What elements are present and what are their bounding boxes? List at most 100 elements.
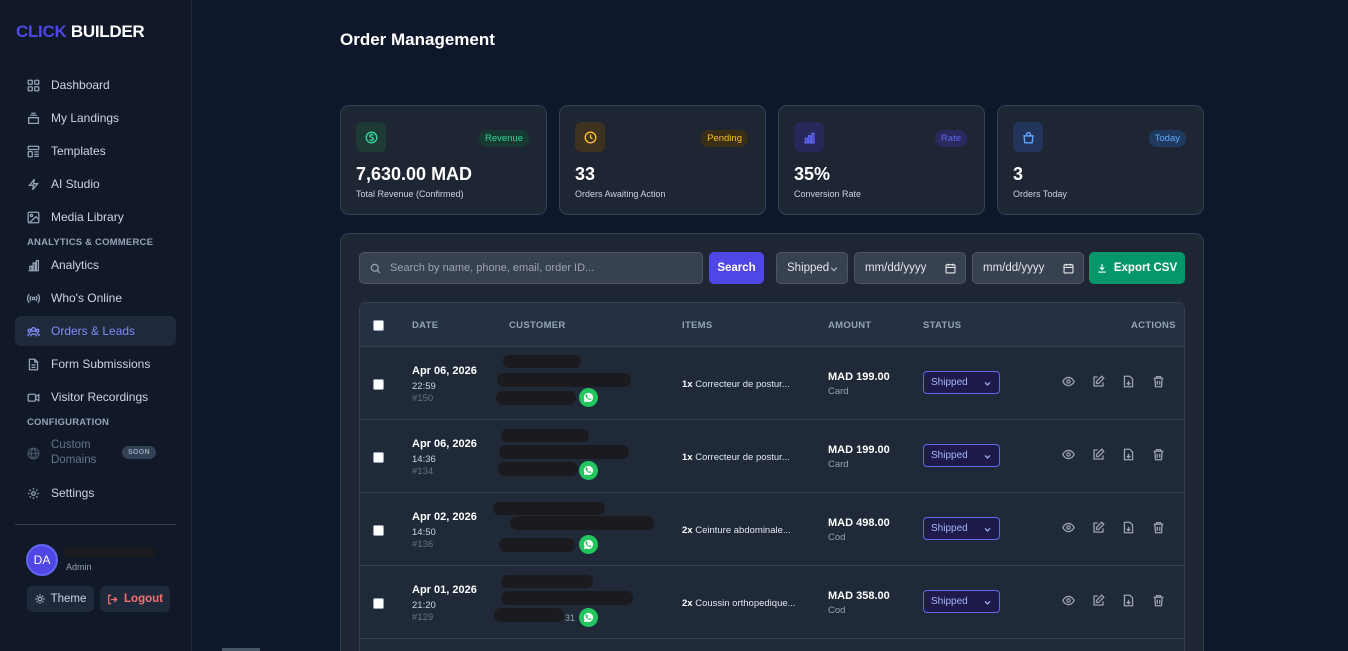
redacted-customer-email (510, 516, 654, 530)
sidebar-item-whos-online[interactable]: Who's Online (15, 283, 176, 313)
delete-button[interactable] (1152, 448, 1166, 462)
stat-card-pending: Pending 33 Orders Awaiting Action (559, 105, 766, 215)
edit-button[interactable] (1092, 448, 1106, 462)
stat-badge: Pending (701, 130, 748, 147)
view-button[interactable] (1062, 594, 1076, 608)
delete-button[interactable] (1152, 594, 1166, 608)
calendar-icon[interactable] (1063, 263, 1074, 274)
edit-button[interactable] (1092, 375, 1106, 389)
file-download-icon (1123, 448, 1134, 461)
theme-button[interactable]: Theme (27, 586, 94, 612)
sidebar-item-dashboard[interactable]: Dashboard (15, 70, 176, 100)
invoice-button[interactable] (1122, 521, 1136, 535)
payment-method: Card (828, 459, 849, 470)
column-header-status[interactable]: STATUS (923, 320, 961, 331)
sidebar-item-orders-leads[interactable]: Orders & Leads (15, 316, 176, 346)
table-row[interactable] (360, 639, 1184, 651)
calendar-icon[interactable] (945, 263, 956, 274)
item-name: Ceinture abdominale... (695, 525, 791, 536)
status-select[interactable]: Shipped (923, 371, 1000, 394)
sidebar-item-ai-studio[interactable]: AI Studio (15, 169, 176, 199)
select-all-checkbox[interactable] (373, 320, 384, 331)
order-amount: MAD 498.00 (828, 517, 890, 529)
table-row[interactable]: Apr 02, 2026 14:50 #136 2x Ceinture abdo… (360, 493, 1184, 566)
view-button[interactable] (1062, 448, 1076, 462)
edit-button[interactable] (1092, 594, 1106, 608)
search-input[interactable] (390, 262, 690, 274)
brand-part-2: BUILDER (70, 22, 145, 41)
invoice-button[interactable] (1122, 448, 1136, 462)
table-header: DATE CUSTOMER ITEMS AMOUNT STATUS ACTION… (360, 303, 1184, 347)
logout-button[interactable]: Logout (100, 586, 170, 612)
search-button[interactable]: Search (709, 252, 764, 284)
date-to-input[interactable]: mm/dd/yyyy (972, 252, 1084, 284)
whatsapp-icon[interactable] (579, 461, 598, 480)
sidebar-item-analytics[interactable]: Analytics (15, 250, 176, 280)
stat-badge: Revenue (478, 130, 529, 147)
sidebar-item-settings[interactable]: Settings (15, 478, 176, 508)
date-from-input[interactable]: mm/dd/yyyy (854, 252, 966, 284)
redacted-customer-phone (498, 462, 578, 476)
row-checkbox[interactable] (373, 379, 384, 390)
redacted-customer-email (501, 591, 633, 605)
column-header-amount[interactable]: AMOUNT (828, 320, 872, 331)
status-select[interactable]: Shipped (923, 444, 1000, 467)
invoice-button[interactable] (1122, 375, 1136, 389)
order-id: #134 (412, 466, 434, 477)
redacted-customer-phone (499, 538, 575, 552)
section-label-analytics: ANALYTICS & COMMERCE (27, 237, 154, 248)
chart-icon (803, 132, 815, 143)
view-button[interactable] (1062, 375, 1076, 389)
sidebar-item-label: Orders & Leads (51, 324, 136, 338)
table-row[interactable]: Apr 06, 2026 14:36 #134 1x Correcteur de… (360, 420, 1184, 493)
export-csv-button[interactable]: Export CSV (1089, 252, 1185, 284)
view-button[interactable] (1062, 521, 1076, 535)
delete-button[interactable] (1152, 375, 1166, 389)
row-checkbox[interactable] (373, 525, 384, 536)
sidebar-item-label: Settings (51, 486, 95, 500)
item-qty: 2x (682, 598, 693, 609)
order-id: #129 (412, 612, 434, 623)
trash-icon (1153, 521, 1164, 534)
status-select[interactable]: Shipped (923, 590, 1000, 613)
status-select[interactable]: Shipped (923, 517, 1000, 540)
edit-button[interactable] (1092, 521, 1106, 535)
whatsapp-icon[interactable] (579, 608, 598, 627)
column-header-customer[interactable]: CUSTOMER (509, 320, 566, 331)
file-icon (28, 358, 39, 370)
image-icon (27, 211, 40, 223)
sidebar-item-label: Custom Domains (51, 439, 97, 466)
broadcast-icon (27, 293, 40, 303)
table-row[interactable]: Apr 06, 2026 22:59 #150 1x Correcteur de… (360, 347, 1184, 420)
sidebar-item-templates[interactable]: Templates (15, 136, 176, 166)
order-amount: MAD 199.00 (828, 371, 890, 383)
invoice-button[interactable] (1122, 594, 1136, 608)
sidebar-item-label: Templates (51, 144, 106, 158)
sidebar-item-form-submissions[interactable]: Form Submissions (15, 349, 176, 379)
search-box (359, 252, 703, 284)
order-items: 1x Correcteur de postur... (682, 379, 790, 390)
column-header-items[interactable]: ITEMS (682, 320, 713, 331)
avatar[interactable]: DA (26, 544, 58, 576)
sidebar-item-visitor-recordings[interactable]: Visitor Recordings (15, 382, 176, 412)
status-filter-select[interactable]: Shipped (776, 252, 848, 284)
row-checkbox[interactable] (373, 452, 384, 463)
stat-icon-wrap (794, 122, 824, 152)
table-row[interactable]: Apr 01, 2026 21:20 #129 31 2x Coussin or… (360, 566, 1184, 639)
column-header-actions: ACTIONS (1131, 320, 1176, 331)
status-filter-value: Shipped (787, 262, 830, 274)
whatsapp-icon[interactable] (579, 388, 598, 407)
column-header-date[interactable]: DATE (412, 320, 438, 331)
item-name: Correcteur de postur... (695, 452, 790, 463)
sidebar-item-my-landings[interactable]: My Landings (15, 103, 176, 133)
row-checkbox[interactable] (373, 598, 384, 609)
brand-logo[interactable]: CLICK BUILDER (16, 22, 145, 42)
whatsapp-icon[interactable] (579, 535, 598, 554)
order-id: #136 (412, 539, 434, 550)
sidebar-item-media-library[interactable]: Media Library (15, 202, 176, 232)
eye-icon (1062, 449, 1075, 460)
delete-button[interactable] (1152, 521, 1166, 535)
redacted-customer-name (501, 575, 593, 588)
download-icon (1098, 263, 1106, 273)
stat-label: Total Revenue (Confirmed) (356, 189, 464, 199)
